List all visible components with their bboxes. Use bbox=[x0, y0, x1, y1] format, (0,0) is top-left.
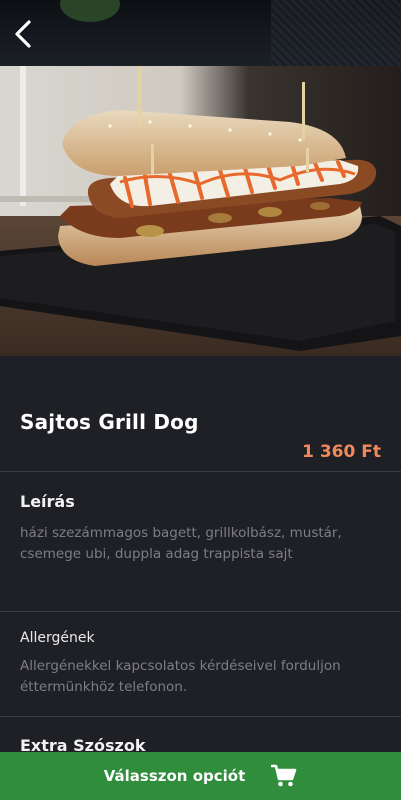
allergens-title: Allergének bbox=[20, 630, 95, 646]
divider bbox=[0, 471, 401, 472]
choose-option-button[interactable]: Válasszon opciót bbox=[0, 752, 401, 800]
divider bbox=[0, 611, 401, 612]
product-detail-screen: Sajtos Grill Dog 1 360 Ft Leírás házi sz… bbox=[0, 0, 401, 800]
product-price: 1 360 Ft bbox=[302, 442, 381, 462]
back-button[interactable] bbox=[8, 16, 38, 52]
allergens-text: Allergénekkel kapcsolatos kérdéseivel fo… bbox=[20, 658, 341, 695]
decorative-cloth bbox=[271, 0, 401, 66]
shopping-cart-icon bbox=[271, 764, 297, 787]
product-image bbox=[0, 66, 401, 356]
choose-option-label: Válasszon opciót bbox=[103, 767, 246, 785]
divider bbox=[0, 716, 401, 717]
header-background bbox=[0, 0, 401, 66]
description-text: házi szezámmagos bagett, grillkolbász, m… bbox=[20, 525, 342, 562]
description-title: Leírás bbox=[20, 492, 75, 511]
decorative-leaf bbox=[60, 0, 120, 22]
product-title: Sajtos Grill Dog bbox=[20, 410, 199, 434]
product-details: Sajtos Grill Dog 1 360 Ft Leírás házi sz… bbox=[0, 356, 401, 800]
chevron-left-icon bbox=[15, 20, 31, 48]
